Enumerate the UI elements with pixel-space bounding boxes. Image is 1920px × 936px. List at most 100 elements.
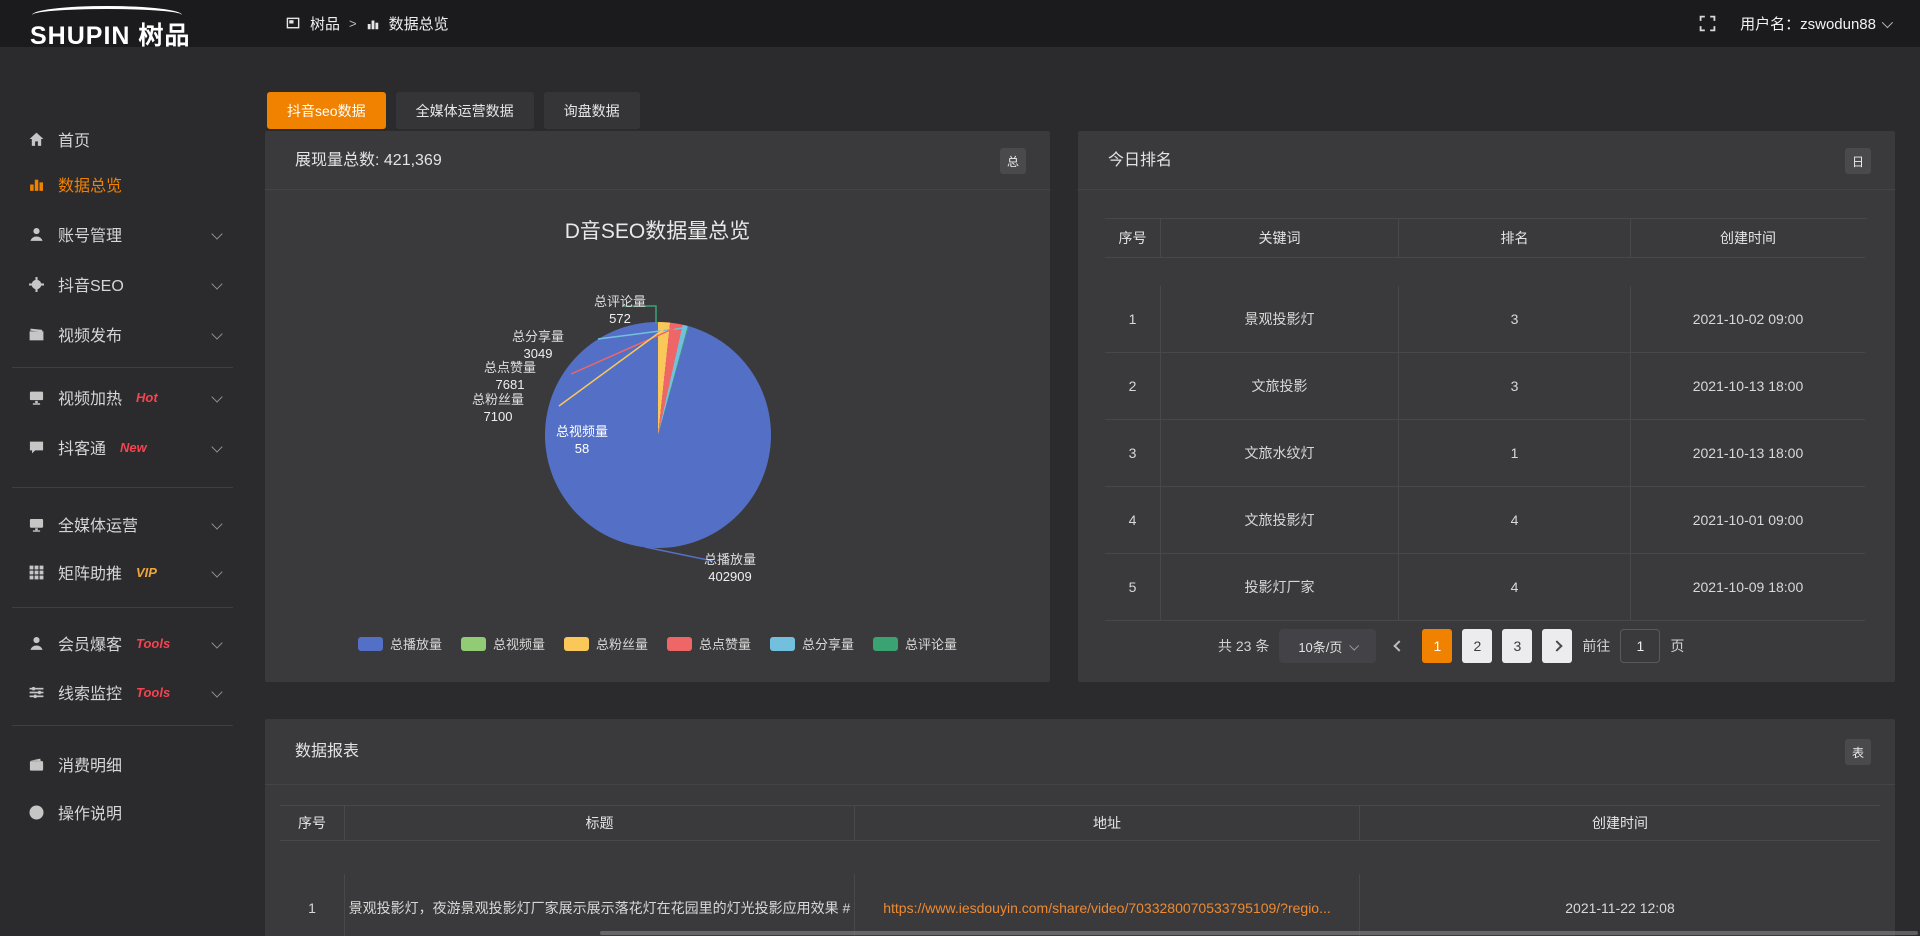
sidebar-item-label: 线索监控 [58,680,122,704]
chart-title: D音SEO数据量总览 [265,215,1050,245]
sidebar: 首页 数据总览 账号管理 抖音SEO 视频发布 视频加热 Hot [0,47,245,936]
column-header: 地址 [855,806,1360,841]
table-cell: 投影灯厂家 [1161,554,1399,621]
report-row-time: 2021-11-22 12:08 [1360,874,1880,936]
table-toggle-button[interactable]: 表 [1845,739,1871,765]
vip-badge: VIP [136,565,157,580]
user-menu[interactable]: 用户名：zswodun88 [1740,13,1890,34]
chevron-down-icon [211,441,222,452]
legend-item-videos[interactable]: 总视频量 [461,634,545,653]
legend-swatch [667,637,692,651]
legend-swatch [564,637,589,651]
fullscreen-icon[interactable] [1699,15,1716,32]
grid-icon [28,564,45,581]
breadcrumb-current: 数据总览 [389,13,449,34]
legend-item-comments[interactable]: 总评论量 [873,634,957,653]
table-cell: 文旅投影灯 [1161,487,1399,554]
hot-badge: Hot [136,390,158,405]
column-header: 标题 [345,806,855,841]
legend-item-plays[interactable]: 总播放量 [358,634,442,653]
chevron-down-icon [211,391,222,402]
gear-icon [28,276,45,293]
tools-badge: Tools [136,636,170,651]
table-cell: 2021-10-13 18:00 [1631,353,1865,420]
chevron-down-icon [1350,640,1360,650]
sidebar-item-video-publish[interactable]: 视频发布 [0,310,245,358]
page-button-3[interactable]: 3 [1502,629,1532,663]
total-toggle-button[interactable]: 总 [1000,148,1026,174]
sidebar-item-label: 账号管理 [58,222,122,246]
daily-toggle-button[interactable]: 日 [1845,148,1871,174]
bar-chart-icon [366,17,380,31]
sidebar-item-clue-monitor[interactable]: 线索监控 Tools [0,668,245,716]
bar-chart-icon [28,176,45,193]
user-icon [28,635,45,652]
chevron-down-icon [211,566,222,577]
sidebar-item-douketong[interactable]: 抖客通 New [0,423,245,471]
tab-inquiry[interactable]: 询盘数据 [544,92,640,129]
sidebar-item-label: 首页 [58,127,90,151]
table-cell: 2 [1105,353,1161,420]
sidebar-item-label: 会员爆客 [58,631,122,655]
horizontal-scrollbar[interactable] [600,931,1918,935]
monitor-icon [28,516,45,533]
table-cell: 1 [1105,286,1161,353]
legend-item-shares[interactable]: 总分享量 [770,634,854,653]
legend-item-fans[interactable]: 总粉丝量 [564,634,648,653]
column-header: 关键词 [1161,219,1399,258]
chevron-down-icon [211,228,222,239]
goto-page-input[interactable] [1620,629,1660,663]
ranking-panel-title: 今日排名 [1078,131,1895,190]
sidebar-item-consumption[interactable]: 消费明细 [0,740,245,788]
table-cell: 1 [1399,420,1631,487]
page-size-select[interactable]: 10条/页 [1279,629,1376,663]
legend-swatch [461,637,486,651]
page-suffix-label: 页 [1670,636,1684,656]
legend-swatch [770,637,795,651]
report-table: 序号 标题 地址 创建时间 1 景观投影灯，夜游景观投影灯厂家展示展示落花灯在花… [280,805,1880,936]
chevron-down-icon [211,637,222,648]
sidebar-item-douyin-seo[interactable]: 抖音SEO [0,260,245,308]
table-cell: 3 [1399,353,1631,420]
video-publish-icon [28,326,45,343]
tab-douyin-seo[interactable]: 抖音seo数据 [267,92,386,129]
report-row-link[interactable]: https://www.iesdouyin.com/share/video/70… [855,874,1360,936]
report-panel-title: 数据报表 [265,719,1895,785]
sidebar-item-account[interactable]: 账号管理 [0,210,245,258]
sidebar-item-home[interactable]: 首页 [0,115,245,163]
breadcrumb-root[interactable]: 树品 [310,13,340,34]
sidebar-item-matrix-boost[interactable]: 矩阵助推 VIP [0,548,245,596]
chevron-down-icon [1882,16,1893,27]
username-label: 用户名：zswodun88 [1740,13,1876,34]
legend-item-likes[interactable]: 总点赞量 [667,634,751,653]
legend-swatch [358,637,383,651]
logo: SHUPIN 树品 [30,4,250,46]
sidebar-divider [12,487,233,488]
sidebar-item-video-heat[interactable]: 视频加热 Hot [0,373,245,421]
report-row-title: 景观投影灯，夜游景观投影灯厂家展示展示落花灯在花园里的灯光投影应用效果 # [345,874,855,936]
pie[interactable] [545,322,771,548]
sidebar-divider [12,725,233,726]
page-button-2[interactable]: 2 [1462,629,1492,663]
total-count: 共 23 条 [1218,636,1269,656]
sidebar-item-label: 视频加热 [58,385,122,409]
prev-page-button[interactable] [1386,629,1412,663]
page-button-1[interactable]: 1 [1422,629,1452,663]
pie-label-plays: 总播放量402909 [665,551,795,585]
sidebar-item-help[interactable]: ? 操作说明 [0,788,245,836]
tab-omnimedia[interactable]: 全媒体运营数据 [396,92,534,129]
breadcrumb: 树品 > 数据总览 [286,0,449,47]
table-cell: 1 [280,874,345,936]
table-cell: 3 [1399,286,1631,353]
column-header: 序号 [1105,219,1161,258]
sidebar-item-omnimedia[interactable]: 全媒体运营 [0,500,245,548]
breadcrumb-separator: > [349,16,357,31]
chart-legend: 总播放量 总视频量 总粉丝量 总点赞量 总分享量 总评论量 [265,634,1050,653]
sidebar-item-data-overview[interactable]: 数据总览 [0,160,245,208]
sidebar-item-member-leads[interactable]: 会员爆客 Tools [0,619,245,667]
sidebar-item-label: 矩阵助推 [58,560,122,584]
next-page-button[interactable] [1542,629,1572,663]
table-cell: 4 [1399,487,1631,554]
column-header: 创建时间 [1360,806,1880,841]
table-cell: 景观投影灯 [1161,286,1399,353]
